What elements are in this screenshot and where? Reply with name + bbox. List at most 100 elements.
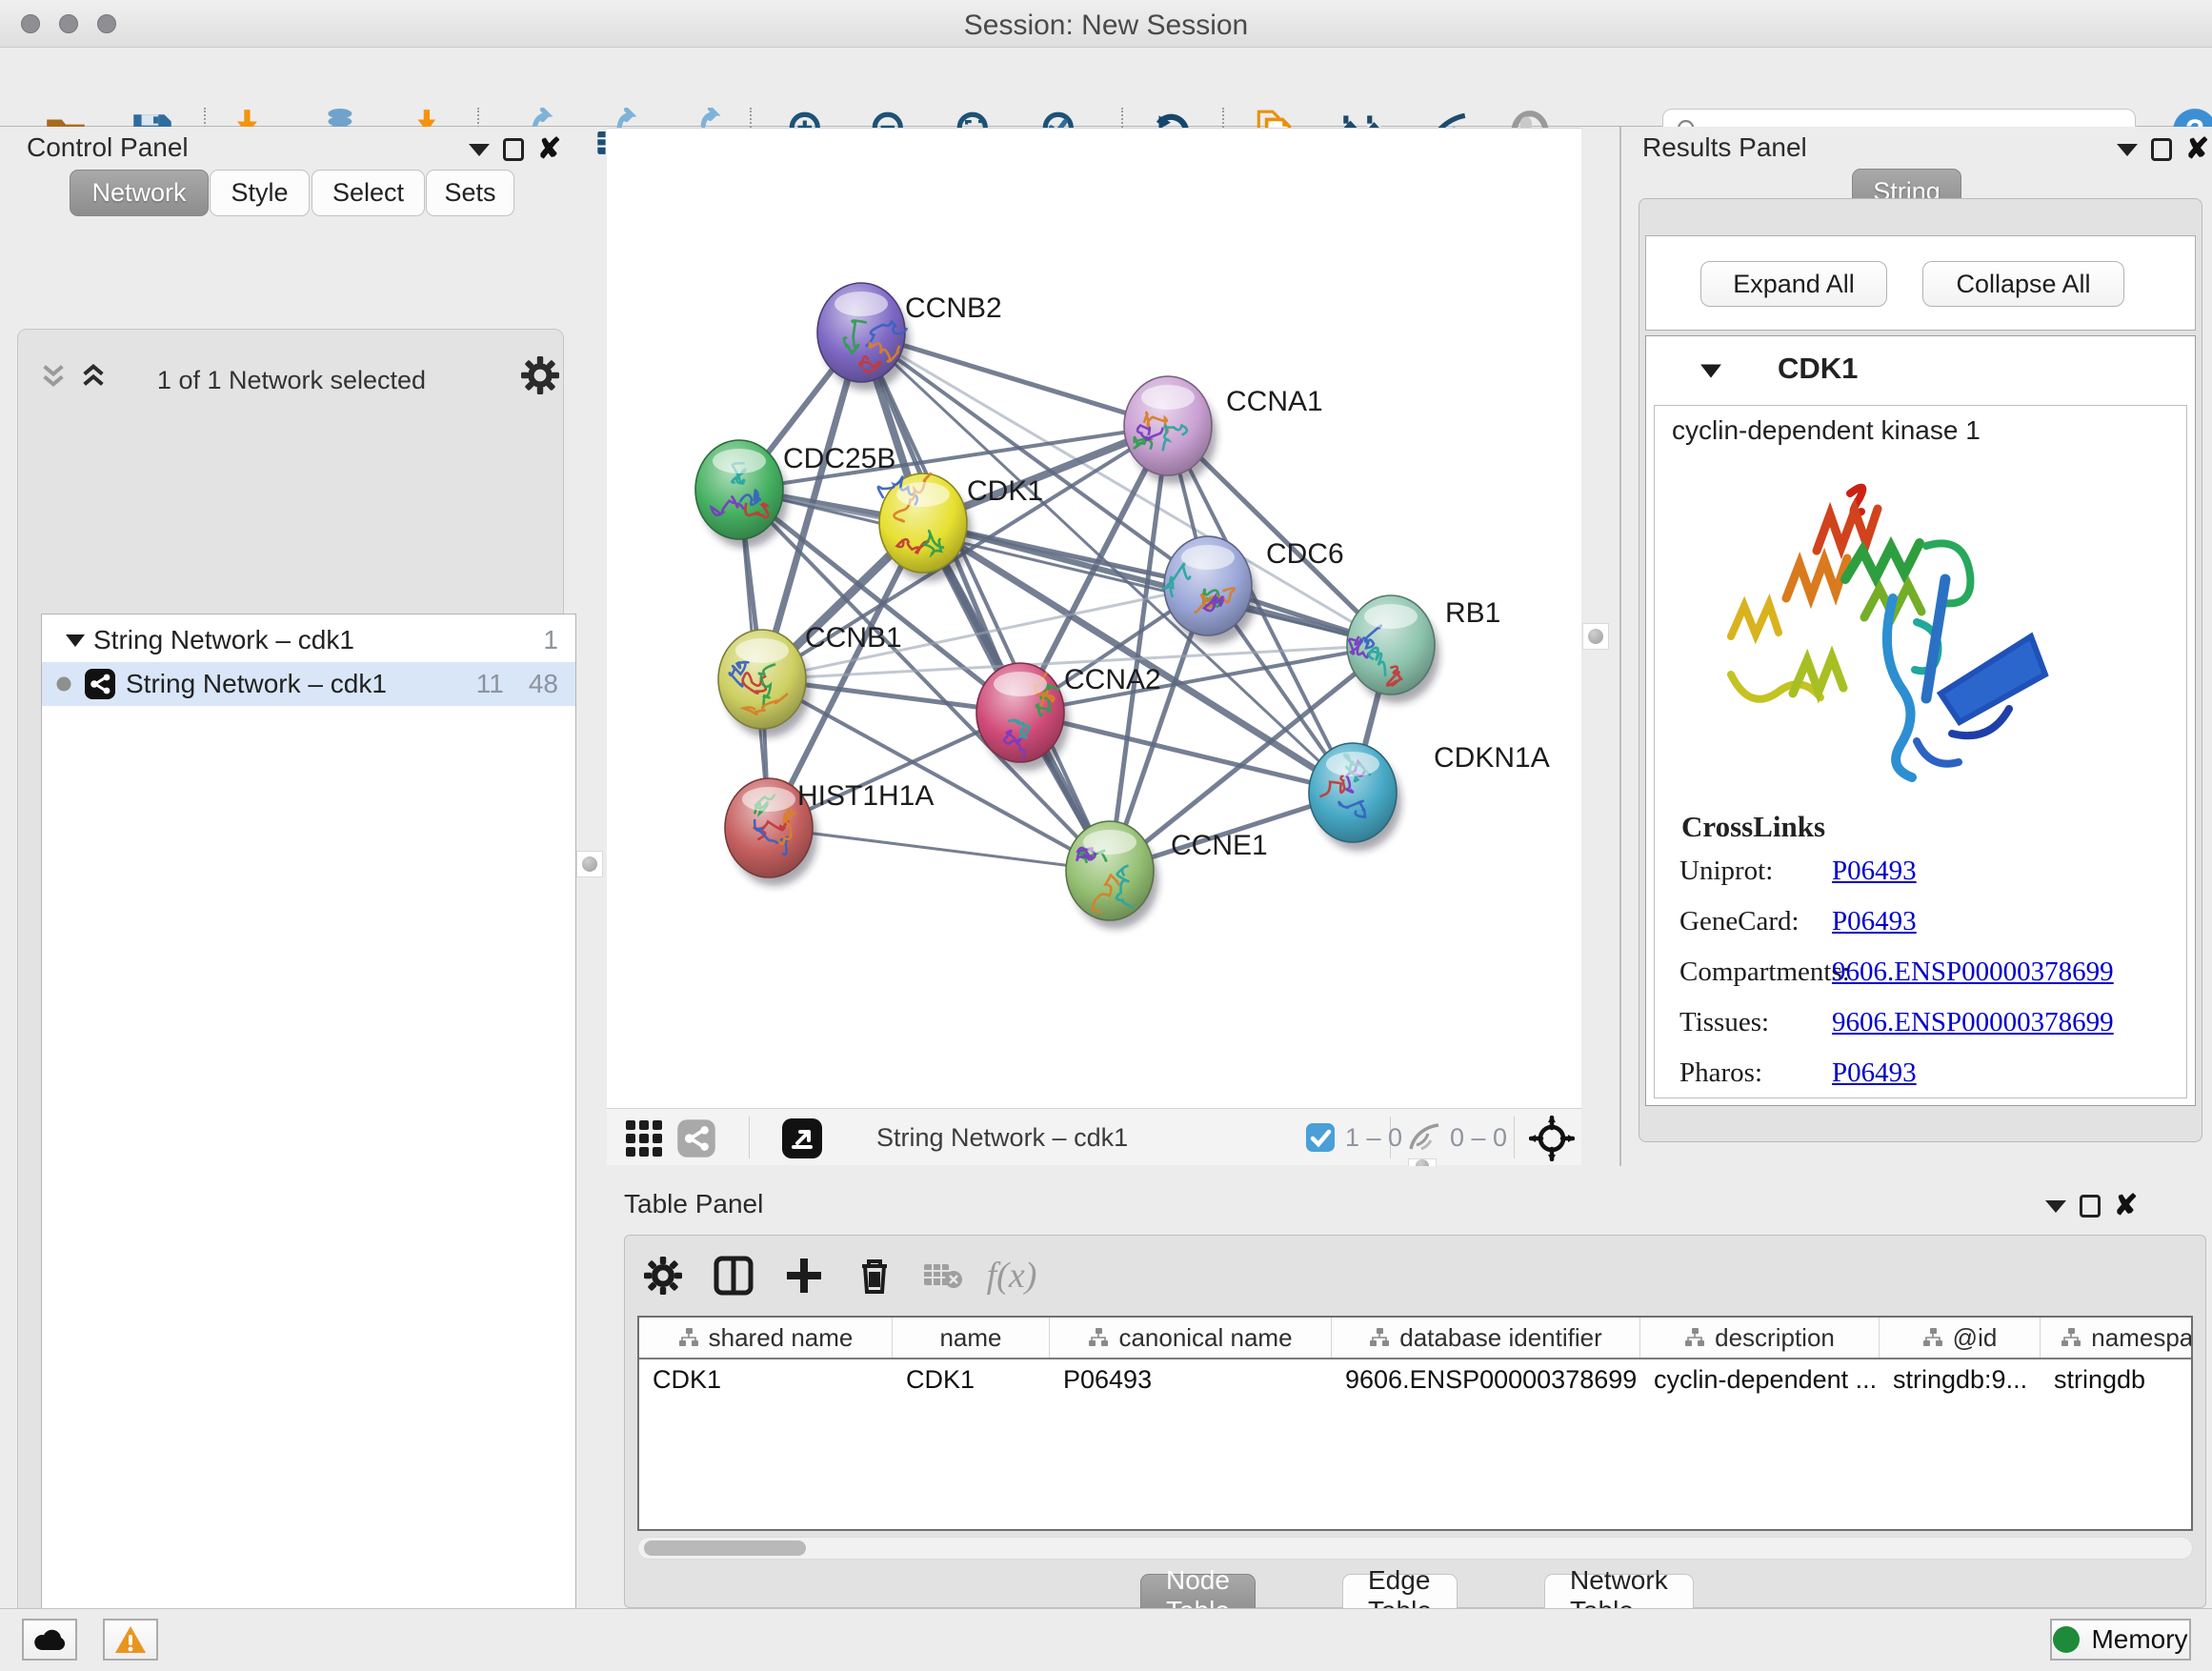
right-splitter-handle[interactable]	[1582, 623, 1609, 650]
delete-table-icon	[916, 1249, 970, 1302]
show-columns-icon[interactable]	[707, 1249, 760, 1302]
table-horizontal-scrollbar[interactable]	[637, 1537, 2193, 1560]
cell-name[interactable]: CDK1	[893, 1359, 1050, 1399]
tab-sets[interactable]: Sets	[426, 170, 514, 216]
column-header-@id[interactable]: @id	[1880, 1318, 2041, 1358]
column-header-shared-name[interactable]: shared name	[639, 1318, 893, 1358]
node-CDKN1A[interactable]: CDKN1A	[1309, 742, 1550, 851]
cell-database-identifier[interactable]: 9606.ENSP00000378699	[1332, 1359, 1640, 1399]
crosslink-link[interactable]: P06493	[1832, 856, 1917, 887]
crosslink-link[interactable]: P06493	[1832, 1057, 1917, 1089]
node-CCNE1[interactable]: CCNE1	[1066, 821, 1268, 929]
control-panel-close-icon[interactable]: ✘	[537, 138, 561, 161]
column-header-canonical-name[interactable]: canonical name	[1050, 1318, 1332, 1358]
network-collection-row[interactable]: String Network – cdk1 1	[42, 618, 575, 662]
crosslink-label: Tissues:	[1655, 1007, 1832, 1038]
control-panel: Control Panel ✘ 1 of 1 Network selected …	[0, 127, 574, 1608]
cell-namespace[interactable]: stringdb	[2041, 1359, 2193, 1399]
crosslink-link[interactable]: 9606.ENSP00000378699	[1832, 1007, 2114, 1038]
control-panel-float-icon[interactable]	[503, 138, 524, 161]
window-title: Session: New Session	[0, 10, 2212, 42]
node-label-CDC6: CDC6	[1266, 538, 1344, 570]
app-window: Session: New Session	[0, 0, 2212, 1671]
warning-icon	[114, 1625, 147, 1654]
hidden-eye-slash-icon	[1407, 1122, 1441, 1153]
cell-@id[interactable]: stringdb:9...	[1880, 1359, 2041, 1399]
expand-all-button[interactable]: Expand All	[1700, 261, 1887, 307]
function-builder-icon: f(x)	[985, 1249, 1038, 1302]
control-panel-menu-icon[interactable]	[469, 144, 490, 156]
crosslink-link[interactable]: P06493	[1832, 906, 1917, 937]
crosslink-label: Uniprot:	[1655, 856, 1832, 887]
cell-description[interactable]: cyclin-dependent ...	[1640, 1359, 1880, 1399]
tab-style[interactable]: Style	[210, 170, 310, 216]
column-type-icon	[678, 1327, 699, 1348]
table-panel-menu-icon[interactable]	[2045, 1200, 2066, 1213]
network-row-selected[interactable]: String Network – cdk1 11 48	[42, 662, 575, 706]
grid-view-icon[interactable]	[624, 1118, 664, 1158]
crosslink-label: Pharos:	[1655, 1057, 1832, 1089]
node-CDK1[interactable]: CDK1	[878, 473, 1043, 581]
selected-node-edge-counts: 1 – 0	[1345, 1123, 1402, 1153]
node-label-CDKN1A: CDKN1A	[1434, 742, 1550, 774]
results-panel-float-icon[interactable]	[2151, 138, 2172, 161]
table-row[interactable]: CDK1CDK1P064939606.ENSP00000378699cyclin…	[639, 1359, 2191, 1399]
birds-eye-view-icon[interactable]	[1529, 1116, 1575, 1161]
warnings-button[interactable]	[103, 1619, 158, 1661]
network-canvas[interactable]: CCNB2CCNA1CDC25BCDK1CDC6RB1CCNB1CCNA2CDK…	[607, 128, 1581, 1108]
results-panel-title: Results Panel	[1642, 132, 1807, 163]
node-label-CDK1: CDK1	[967, 475, 1043, 507]
cloud-icon	[32, 1627, 67, 1652]
table-panel-float-icon[interactable]	[2080, 1195, 2101, 1218]
node-CCNB1[interactable]: CCNB1	[718, 622, 902, 737]
node-table[interactable]: shared namenamecanonical namedatabase id…	[637, 1316, 2193, 1531]
network-view-toolbar: String Network – cdk1 1 – 0 0 – 0	[607, 1108, 1581, 1165]
cloud-button[interactable]	[22, 1619, 77, 1661]
crosslink-row: Pharos:P06493	[1655, 1048, 2188, 1098]
node-result-card: CDK1 cyclin-dependent kinase 1	[1645, 335, 2196, 1106]
node-CCNB2[interactable]: CCNB2	[817, 283, 1002, 391]
network-list-container: 1 of 1 Network selected String Network –…	[17, 329, 564, 1671]
tab-network[interactable]: Network	[70, 170, 209, 216]
network-graph[interactable]: CCNB2CCNA1CDC25BCDK1CDC6RB1CCNB1CCNA2CDK…	[607, 129, 1581, 1109]
column-header-database-identifier[interactable]: database identifier	[1332, 1318, 1640, 1358]
column-type-icon	[2061, 1327, 2081, 1348]
table-options-gear-icon[interactable]	[636, 1249, 690, 1302]
collection-expand-icon[interactable]	[65, 632, 93, 649]
tab-select[interactable]: Select	[312, 170, 425, 216]
string-view-icon[interactable]	[676, 1118, 716, 1158]
memory-button[interactable]: Memory	[2050, 1619, 2191, 1661]
network-options-gear-icon[interactable]	[521, 356, 559, 394]
left-splitter-handle[interactable]	[576, 851, 603, 877]
scrollbar-thumb[interactable]	[644, 1540, 806, 1556]
create-column-icon[interactable]	[777, 1249, 831, 1302]
node-label-RB1: RB1	[1445, 597, 1500, 629]
collapse-all-button[interactable]: Collapse All	[1922, 261, 2124, 307]
crosslink-label: Compartments:	[1655, 956, 1832, 988]
node-card-collapse-icon[interactable]	[1699, 361, 1722, 380]
column-header-description[interactable]: description	[1640, 1318, 1880, 1358]
cell-shared-name[interactable]: CDK1	[639, 1359, 893, 1399]
node-HIST1H1A[interactable]: HIST1H1A	[725, 778, 934, 886]
cell-canonical-name[interactable]: P06493	[1050, 1359, 1332, 1399]
main-toolbar: ?	[0, 49, 2212, 127]
node-CCNA1[interactable]: CCNA1	[1124, 376, 1323, 484]
node-RB1[interactable]: RB1	[1347, 595, 1500, 703]
delete-column-trash-icon[interactable]	[848, 1249, 901, 1302]
selected-checkbox-icon[interactable]	[1305, 1122, 1336, 1153]
results-panel: Results Panel ✘ String Expand All Collap…	[1619, 127, 2212, 1166]
results-panel-close-icon[interactable]: ✘	[2185, 138, 2209, 161]
string-network-icon	[84, 668, 126, 700]
column-type-icon	[1369, 1327, 1390, 1348]
results-panel-menu-icon[interactable]	[2117, 144, 2138, 156]
network-current-dot-icon	[55, 675, 84, 693]
column-header-namespace[interactable]: namespace	[2041, 1318, 2193, 1358]
node-CCNA2[interactable]: CCNA2	[976, 663, 1161, 771]
edge-HIST1H1A-CCNE1[interactable]	[769, 828, 1110, 871]
open-in-window-icon[interactable]	[780, 1117, 824, 1160]
table-panel-close-icon[interactable]: ✘	[2114, 1195, 2138, 1218]
memory-label: Memory	[2091, 1624, 2187, 1655]
crosslink-link[interactable]: 9606.ENSP00000378699	[1832, 956, 2114, 988]
column-header-name[interactable]: name	[893, 1318, 1050, 1358]
crosslink-row: Compartments:9606.ENSP00000378699	[1655, 947, 2188, 997]
